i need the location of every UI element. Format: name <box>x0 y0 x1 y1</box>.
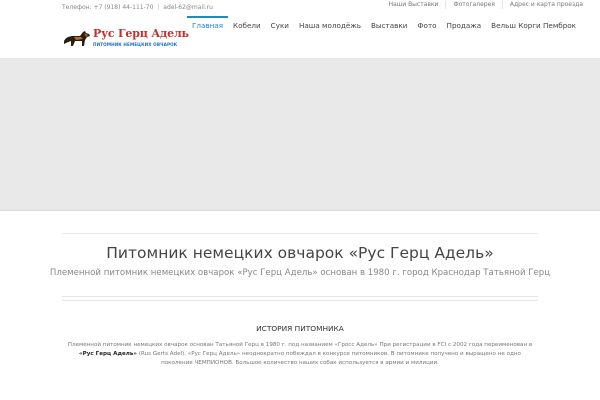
hero-banner <box>0 59 600 211</box>
contact-info: Телефон: +7 (918) 44-111-70 | adel-62@ma… <box>62 4 213 11</box>
nav-item-sale[interactable]: Продажа <box>442 16 487 36</box>
nav-item-photo[interactable]: Фото <box>412 16 441 36</box>
page-title: Питомник немецких овчарок «Рус Герц Адел… <box>106 244 494 262</box>
top-links: Наши Выставки Фотогалерея Адрес и карта … <box>382 1 590 9</box>
nav-item-females[interactable]: Суки <box>266 16 294 36</box>
history-text-part1: Племенной питомник немецких овчарок осно… <box>67 342 533 348</box>
main-nav: Главная Кобели Суки Наша молодёжь Выстав… <box>187 16 581 36</box>
phone-text: Телефон: +7 (918) 44-111-70 <box>62 4 154 11</box>
section-title: ИСТОРИЯ ПИТОМНИКА <box>256 324 344 333</box>
nav-item-youngsters[interactable]: Наша молодёжь <box>294 16 366 36</box>
logo-title: Рус Герц Адель <box>93 27 189 40</box>
nav-item-males[interactable]: Кобели <box>228 16 266 36</box>
nav-item-corgi[interactable]: Вельш Корги Пемброк <box>486 16 581 36</box>
site-logo[interactable]: Рус Герц Адель ПИТОМНИК НЕМЕЦКИХ ОВЧАРОК <box>62 27 189 50</box>
top-link-gallery[interactable]: Фотогалерея <box>445 1 501 9</box>
logo-subtitle: ПИТОМНИК НЕМЕЦКИХ ОВЧАРОК <box>93 42 178 47</box>
top-bar: Телефон: +7 (918) 44-111-70 | adel-62@ma… <box>0 0 600 16</box>
email-link[interactable]: adel-62@mail.ru <box>163 4 213 11</box>
top-link-exhibitions[interactable]: Наши Выставки <box>382 1 446 9</box>
page-subtitle: Племенной питомник немецких овчарок «Рус… <box>49 268 551 278</box>
history-text: Племенной питомник немецких овчарок осно… <box>66 341 534 368</box>
german-shepherd-icon <box>64 31 90 46</box>
site-header: Рус Герц Адель ПИТОМНИК НЕМЕЦКИХ ОВЧАРОК… <box>0 16 600 59</box>
nav-item-home[interactable]: Главная <box>187 16 229 36</box>
top-link-address[interactable]: Адрес и карта проезда <box>501 1 590 9</box>
contact-separator: | <box>157 4 160 11</box>
nav-item-exhibitions[interactable]: Выставки <box>366 16 412 36</box>
content-divider-top <box>62 233 538 234</box>
kennel-name-strong: «Рус Герц Адель» <box>79 351 137 357</box>
history-text-part2: (Rus Gerts Adel). «Рус Герц Адель» неодн… <box>138 351 521 366</box>
content-divider-double <box>62 296 538 301</box>
